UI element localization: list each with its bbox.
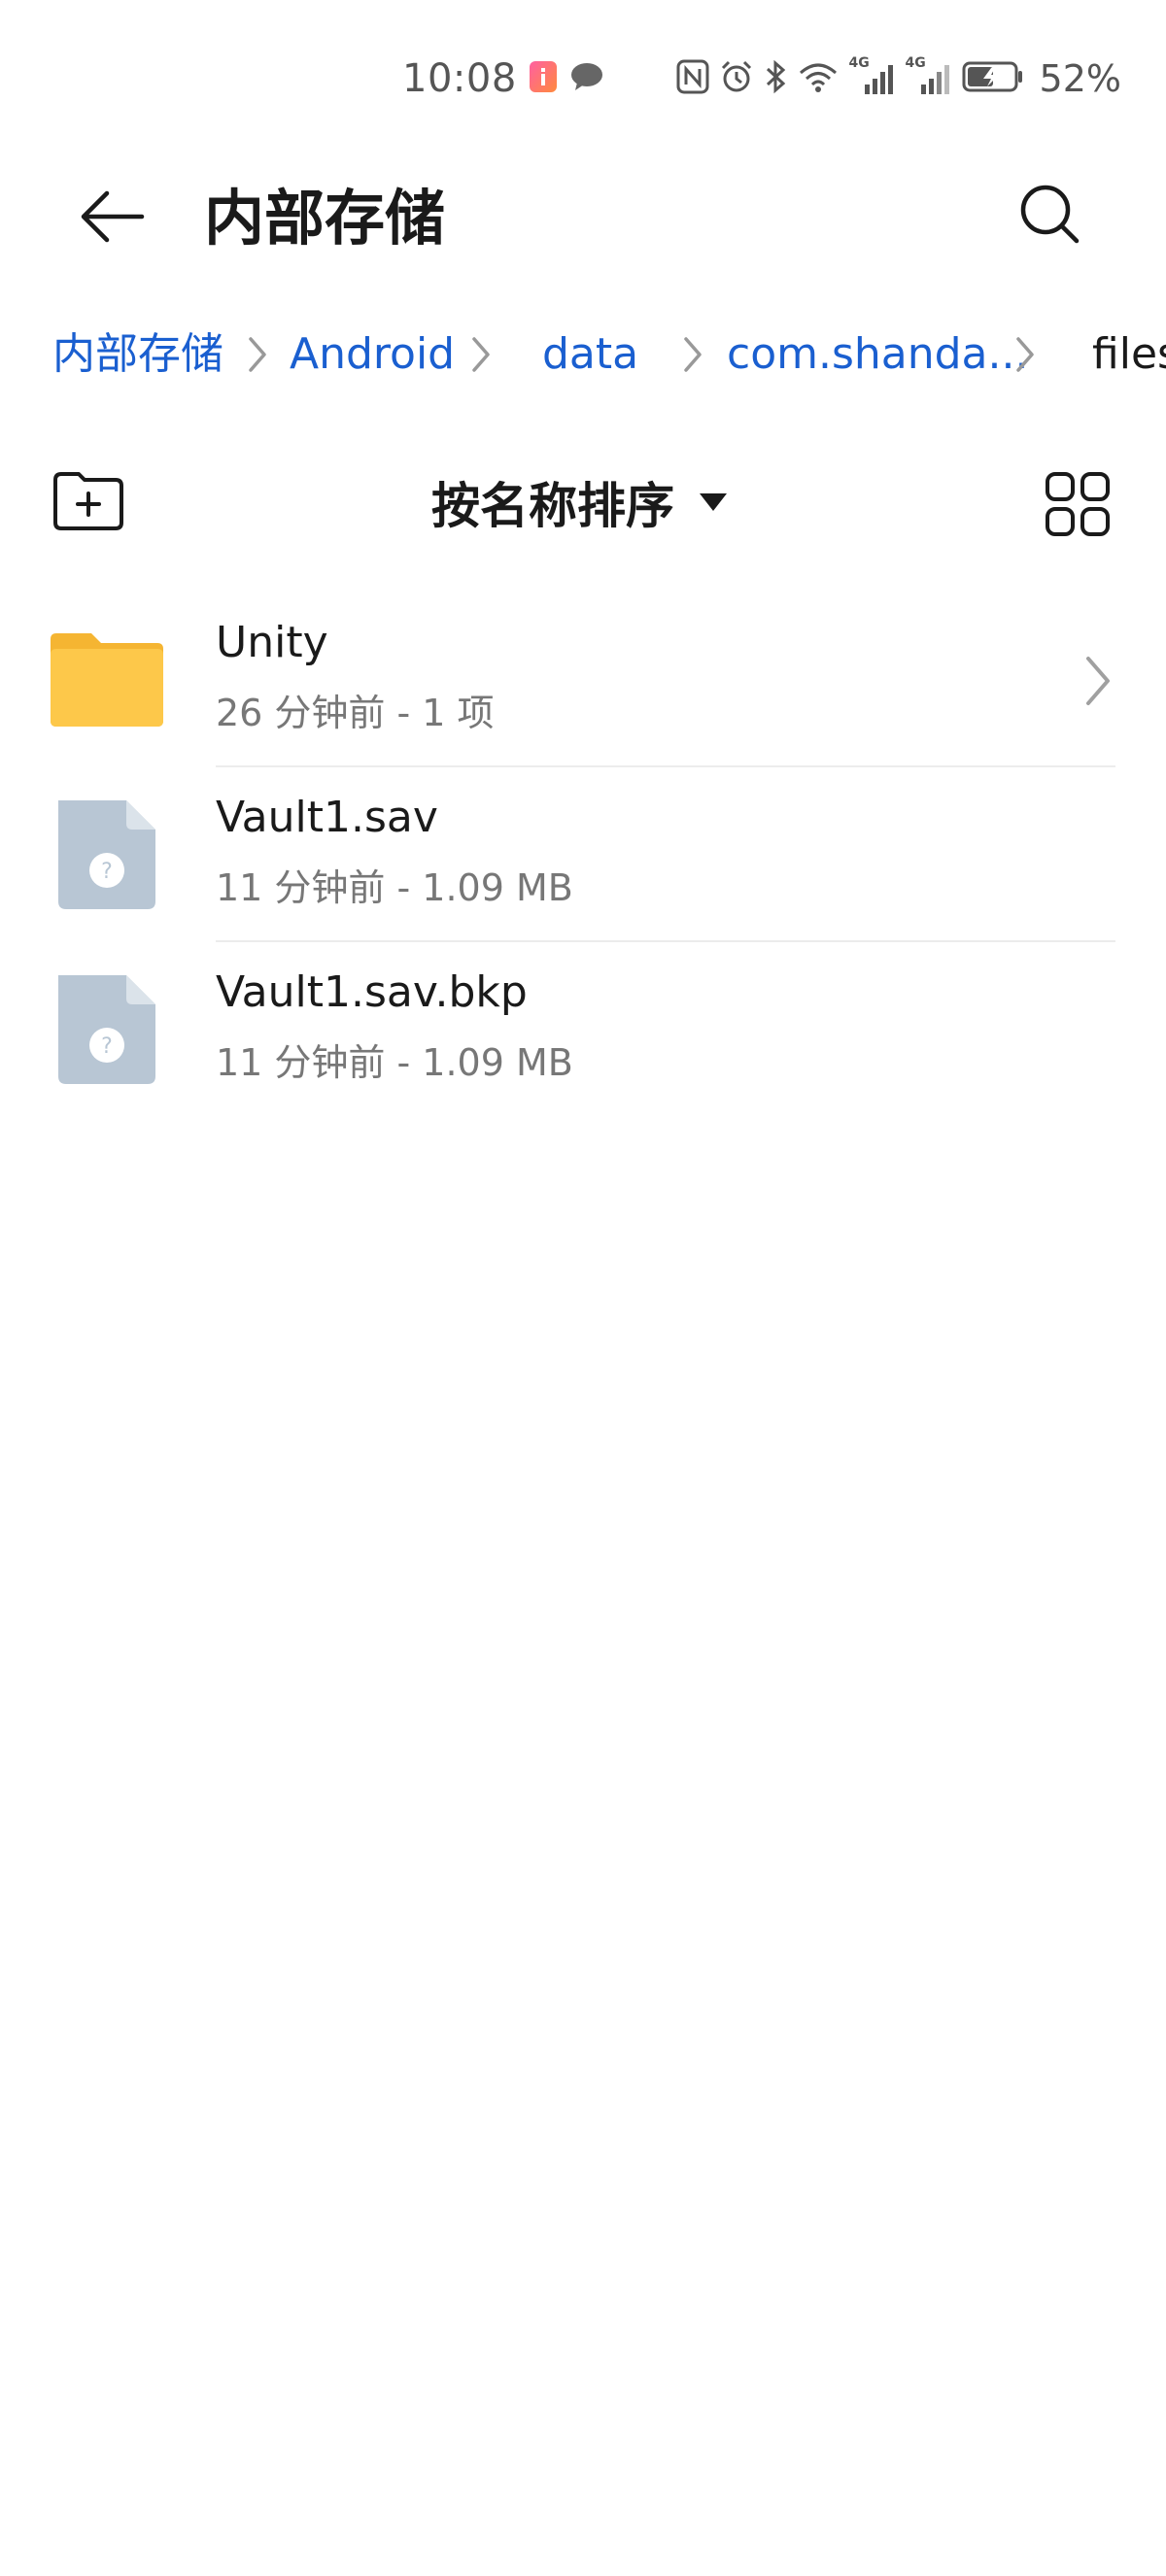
list-item-file[interactable]: ? Vault1.sav 11 分钟前 - 1.09 MB: [0, 767, 1166, 942]
file-name: Vault1.sav.bkp: [216, 967, 528, 1017]
status-bar-left: 10:08: [402, 54, 604, 103]
svg-text:?: ?: [101, 1034, 113, 1059]
app-notification-icon: [529, 60, 558, 97]
grid-view-icon: [1046, 472, 1110, 536]
app-bar: 内部存储: [0, 155, 1166, 262]
sort-dropdown[interactable]: 按名称排序: [431, 458, 729, 546]
breadcrumb: 内部存储 Android data com.shanda... files: [0, 316, 1166, 393]
unknown-file-icon: ?: [58, 975, 155, 1084]
file-meta: 11 分钟前 - 1.09 MB: [216, 866, 573, 909]
wifi-icon: [797, 59, 840, 98]
svg-text:?: ?: [101, 860, 113, 884]
signal-4g-icon: 4G: [849, 55, 896, 98]
breadcrumb-item-files: files: [1092, 329, 1166, 379]
caret-down-icon: [700, 493, 727, 511]
search-icon: [1020, 185, 1080, 244]
search-button[interactable]: [1007, 171, 1094, 258]
list-item-file[interactable]: ? Vault1.sav.bkp 11 分钟前 - 1.09 MB: [0, 942, 1166, 1117]
breadcrumb-item-android[interactable]: Android: [290, 316, 455, 393]
chevron-right-icon: [1086, 657, 1110, 705]
message-bubble-icon: [569, 61, 604, 96]
sort-label: 按名称排序: [431, 478, 674, 534]
chevron-right-icon: [684, 337, 702, 372]
alarm-icon: [719, 59, 754, 98]
list-item-folder[interactable]: Unity 26 分钟前 - 1 项: [0, 593, 1166, 767]
file-meta: 26 分钟前 - 1 项: [216, 692, 495, 734]
chevron-right-icon: [249, 337, 266, 372]
status-time: 10:08: [402, 56, 517, 101]
status-bar: 10:08 4G 4G 52%: [0, 0, 1166, 155]
chevron-right-icon: [472, 337, 490, 372]
list-toolbar: 按名称排序: [0, 447, 1166, 554]
file-list: Unity 26 分钟前 - 1 项 ? Vault1.sav 11 分钟前 -…: [0, 593, 1166, 1117]
signal-4g-icon: 4G: [906, 55, 952, 98]
folder-icon: [51, 633, 163, 727]
page-title: 内部存储: [204, 183, 446, 254]
grid-view-button[interactable]: [1036, 462, 1119, 546]
battery-percent: 52%: [1039, 57, 1121, 100]
back-button[interactable]: [68, 173, 155, 260]
file-meta: 11 分钟前 - 1.09 MB: [216, 1041, 573, 1084]
nfc-icon: [676, 59, 709, 98]
battery-charging-icon: [962, 60, 1024, 97]
breadcrumb-item-internal-storage[interactable]: 内部存储: [52, 316, 223, 393]
file-name: Unity: [216, 618, 328, 667]
file-name: Vault1.sav: [216, 793, 438, 842]
unknown-file-icon: ?: [58, 800, 155, 909]
chevron-right-icon: [1016, 337, 1034, 372]
file-manager-screen: 10:08 4G 4G 52% 内部存储 内部存储 Android data c…: [0, 0, 1166, 2576]
bluetooth-icon: [764, 59, 787, 98]
new-folder-button[interactable]: [45, 462, 132, 540]
status-bar-right: 4G 4G 52%: [676, 54, 1121, 103]
breadcrumb-item-data[interactable]: data: [542, 316, 638, 393]
back-arrow-icon: [81, 190, 145, 243]
breadcrumb-item-com-shanda[interactable]: com.shanda...: [727, 316, 1028, 393]
new-folder-icon: [53, 472, 123, 530]
